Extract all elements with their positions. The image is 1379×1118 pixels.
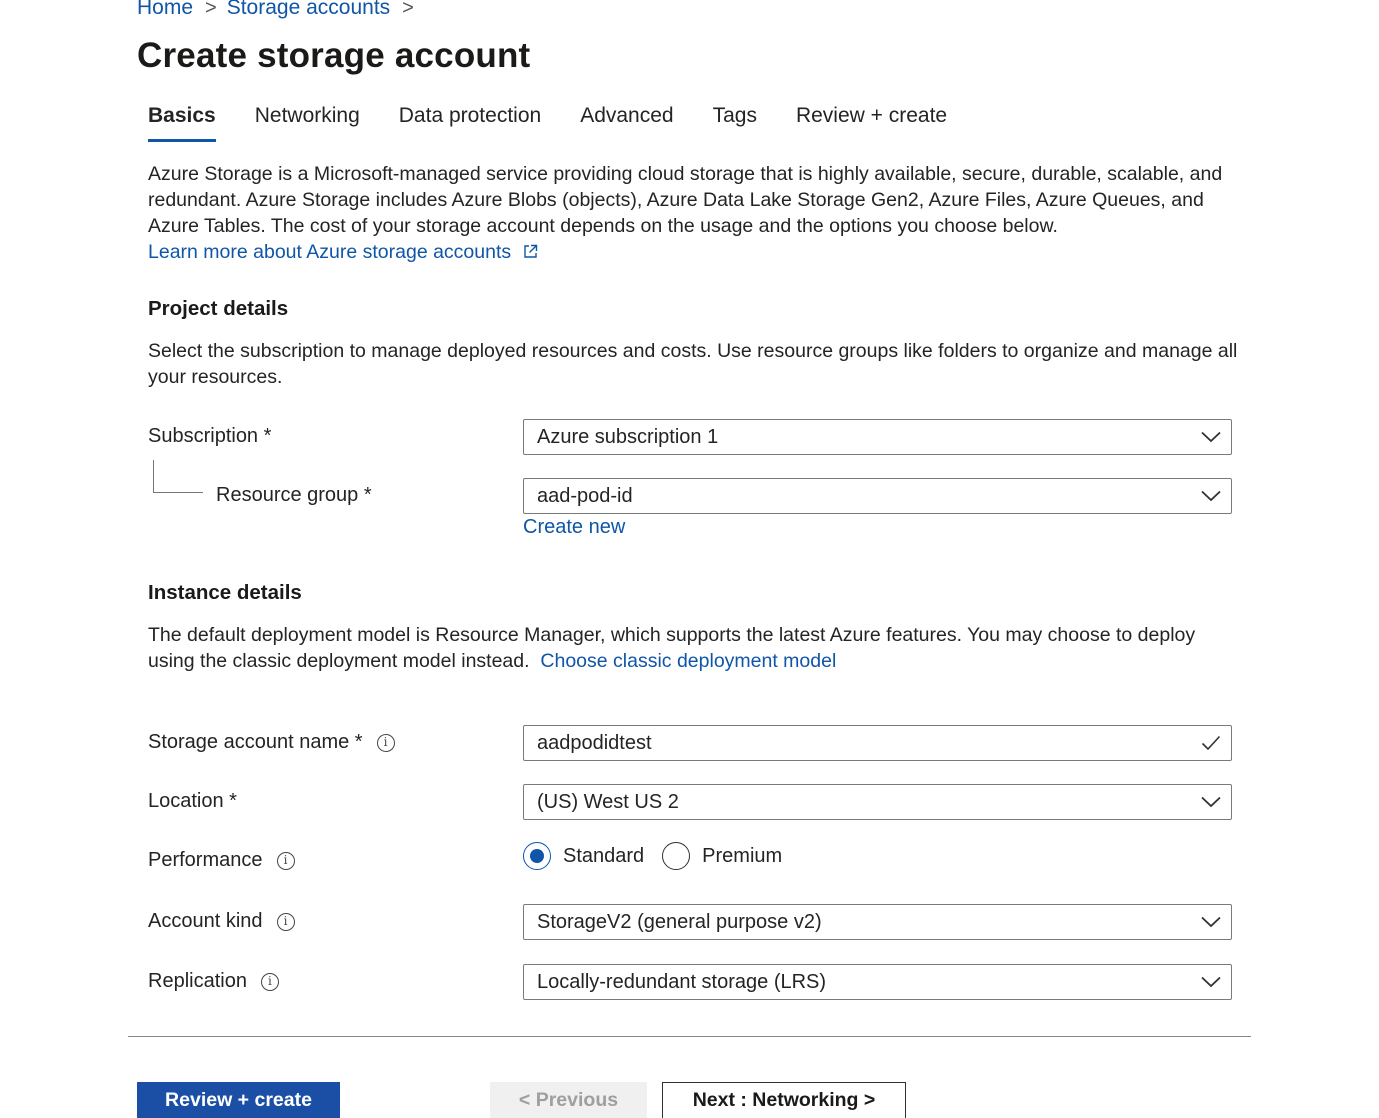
previous-button[interactable]: < Previous (490, 1082, 647, 1118)
breadcrumb-separator: > (205, 0, 217, 19)
premium-radio[interactable] (662, 842, 691, 870)
performance-radio-group: Standard Premium (523, 842, 800, 870)
breadcrumb-storage-accounts-link[interactable]: Storage accounts (227, 0, 390, 20)
account-kind-label: Account kind (148, 910, 263, 932)
replication-dropdown[interactable]: Locally-redundant storage (LRS) (523, 964, 1232, 1000)
next-networking-button[interactable]: Next : Networking > (662, 1082, 906, 1118)
checkmark-icon (1191, 735, 1231, 751)
chevron-down-icon (1191, 431, 1231, 443)
resource-group-value: aad-pod-id (537, 484, 633, 507)
project-details-description: Select the subscription to manage deploy… (148, 340, 1238, 388)
breadcrumb-home-link[interactable]: Home (137, 0, 193, 20)
info-icon[interactable]: i (276, 912, 295, 931)
tab-review-create[interactable]: Review + create (796, 100, 947, 142)
performance-label: Performance (148, 849, 263, 871)
replication-label-row: Replication i (148, 970, 279, 993)
replication-value: Locally-redundant storage (LRS) (537, 970, 827, 993)
storage-name-label: Storage account name * (148, 731, 363, 753)
location-label: Location * (148, 790, 237, 812)
tab-networking[interactable]: Networking (255, 100, 360, 142)
info-icon[interactable]: i (376, 733, 395, 752)
page-title: Create storage account (137, 36, 531, 75)
location-value: (US) West US 2 (537, 790, 679, 813)
project-details-heading: Project details (148, 297, 289, 320)
storage-name-value: aadpodidtest (537, 731, 652, 754)
chevron-down-icon (1191, 976, 1231, 988)
standard-radio[interactable] (523, 842, 551, 870)
external-link-icon (523, 240, 538, 266)
performance-label-row: Performance i (148, 849, 295, 872)
instance-details-description: The default deployment model is Resource… (148, 622, 1208, 674)
tab-tags[interactable]: Tags (713, 100, 757, 142)
intro-text: Azure Storage is a Microsoft-managed ser… (148, 163, 1223, 237)
account-kind-label-row: Account kind i (148, 910, 295, 933)
resource-group-label: Resource group * (216, 484, 372, 506)
standard-radio-label[interactable]: Standard (563, 845, 644, 868)
footer-divider (128, 1036, 1251, 1037)
tab-bar: Basics Networking Data protection Advanc… (148, 100, 986, 144)
subscription-label: Subscription * (148, 425, 272, 447)
location-dropdown[interactable]: (US) West US 2 (523, 784, 1232, 820)
learn-more-row: Learn more about Azure storage accounts (148, 239, 538, 266)
subscription-value: Azure subscription 1 (537, 425, 719, 448)
tree-connector (153, 460, 203, 493)
chevron-down-icon (1191, 796, 1231, 808)
create-new-link[interactable]: Create new (523, 516, 625, 539)
subscription-dropdown[interactable]: Azure subscription 1 (523, 419, 1232, 455)
premium-radio-label[interactable]: Premium (702, 845, 782, 868)
resource-group-dropdown[interactable]: aad-pod-id (523, 478, 1232, 514)
learn-more-link[interactable]: Learn more about Azure storage accounts (148, 241, 511, 263)
info-icon[interactable]: i (260, 972, 279, 991)
radio-dot (530, 849, 544, 863)
replication-label: Replication (148, 970, 247, 992)
info-icon[interactable]: i (276, 851, 295, 870)
chevron-down-icon (1191, 916, 1231, 928)
breadcrumb: Home > Storage accounts > (137, 0, 424, 20)
tab-data-protection[interactable]: Data protection (399, 100, 541, 142)
classic-deployment-link[interactable]: Choose classic deployment model (540, 650, 836, 672)
instance-details-heading: Instance details (148, 581, 302, 604)
review-create-button[interactable]: Review + create (137, 1082, 340, 1118)
storage-name-label-row: Storage account name * i (148, 731, 395, 754)
storage-name-input[interactable]: aadpodidtest (523, 725, 1232, 761)
account-kind-dropdown[interactable]: StorageV2 (general purpose v2) (523, 904, 1232, 940)
tab-basics[interactable]: Basics (148, 100, 216, 142)
breadcrumb-separator: > (402, 0, 414, 19)
account-kind-value: StorageV2 (general purpose v2) (537, 910, 822, 933)
chevron-down-icon (1191, 490, 1231, 502)
tab-advanced[interactable]: Advanced (580, 100, 673, 142)
